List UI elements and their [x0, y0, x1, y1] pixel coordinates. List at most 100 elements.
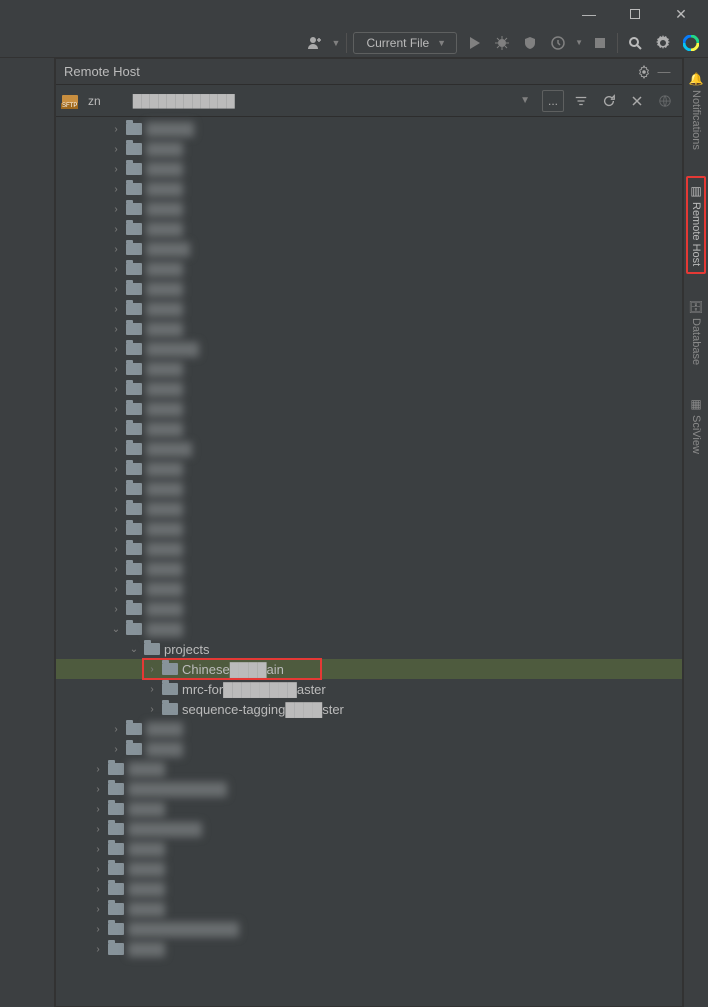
coverage-icon[interactable] [519, 32, 541, 54]
chevron-right-icon[interactable] [110, 244, 122, 255]
tree-item[interactable]: ████ [56, 399, 682, 419]
chevron-right-icon[interactable] [110, 404, 122, 415]
tree-item[interactable]: ████ [56, 739, 682, 759]
tree-item[interactable]: ████ [56, 479, 682, 499]
tree-item[interactable]: mrc-for████████aster [56, 679, 682, 699]
tree-item[interactable]: ████ [56, 219, 682, 239]
gear-icon[interactable] [652, 32, 674, 54]
debug-icon[interactable] [491, 32, 513, 54]
tree-item[interactable]: ████ [56, 499, 682, 519]
chevron-right-icon[interactable] [92, 864, 104, 875]
chevron-right-icon[interactable] [110, 204, 122, 215]
tree-item[interactable]: ████h [56, 239, 682, 259]
tree-item[interactable]: ████████ [56, 819, 682, 839]
chevron-right-icon[interactable] [110, 744, 122, 755]
logo-icon[interactable] [680, 32, 702, 54]
tree-item[interactable]: ████ [56, 539, 682, 559]
tree-item[interactable]: ████w [56, 439, 682, 459]
tree-item[interactable]: ████ [56, 279, 682, 299]
chevron-right-icon[interactable] [110, 224, 122, 235]
chevron-right-icon[interactable] [110, 284, 122, 295]
chevron-right-icon[interactable] [146, 664, 158, 675]
tree-item[interactable]: ████ [56, 139, 682, 159]
globe-icon[interactable] [654, 94, 676, 108]
browse-button[interactable]: ... [542, 90, 564, 112]
chevron-right-icon[interactable] [110, 484, 122, 495]
tree-item[interactable]: ████ [56, 759, 682, 779]
rail-sciview[interactable]: ▦ SciView [688, 391, 704, 460]
tree-item[interactable]: ████ [56, 719, 682, 739]
chevron-right-icon[interactable] [110, 464, 122, 475]
chevron-right-icon[interactable] [110, 604, 122, 615]
chevron-right-icon[interactable] [92, 764, 104, 775]
file-tree[interactable]: ████er████████████████████████h█████████… [56, 117, 682, 959]
tree-item[interactable]: ████████████ [56, 919, 682, 939]
tree-item[interactable]: ████ [56, 179, 682, 199]
tree-item[interactable]: ████ [56, 879, 682, 899]
tree-item[interactable]: ████ [56, 859, 682, 879]
chevron-right-icon[interactable] [92, 784, 104, 795]
chevron-right-icon[interactable] [110, 324, 122, 335]
chevron-right-icon[interactable] [110, 584, 122, 595]
chevron-right-icon[interactable] [110, 544, 122, 555]
tree-item[interactable]: ████ [56, 299, 682, 319]
run-config-dropdown[interactable]: Current File ▼ [353, 32, 457, 54]
gear-icon[interactable] [634, 65, 654, 79]
stop-icon[interactable] [589, 32, 611, 54]
chevron-down-icon[interactable] [128, 644, 140, 655]
tree-item[interactable]: projects [56, 639, 682, 659]
tree-item[interactable]: sequence-tagging████ster [56, 699, 682, 719]
tree-item[interactable]: ████ [56, 579, 682, 599]
run-icon[interactable] [463, 32, 485, 54]
chevron-right-icon[interactable] [110, 184, 122, 195]
tree-item[interactable]: ████ [56, 259, 682, 279]
tree-item[interactable]: ████ [56, 839, 682, 859]
chevron-right-icon[interactable] [110, 724, 122, 735]
chevron-right-icon[interactable] [146, 704, 158, 715]
tree-item[interactable]: ████ [56, 559, 682, 579]
chevron-right-icon[interactable] [110, 364, 122, 375]
chevron-right-icon[interactable] [92, 884, 104, 895]
tree-item[interactable]: ████er [56, 119, 682, 139]
chevron-right-icon[interactable] [146, 684, 158, 695]
chevron-right-icon[interactable] [92, 904, 104, 915]
tree-item[interactable]: ████ [56, 199, 682, 219]
chevron-right-icon[interactable] [110, 384, 122, 395]
chevron-right-icon[interactable] [92, 924, 104, 935]
chevron-right-icon[interactable] [110, 264, 122, 275]
chevron-right-icon[interactable] [110, 424, 122, 435]
tree-item[interactable]: █████o [56, 339, 682, 359]
chevron-right-icon[interactable] [92, 824, 104, 835]
filter-icon[interactable] [570, 94, 592, 108]
tree-item[interactable]: ████ [56, 419, 682, 439]
chevron-right-icon[interactable] [110, 564, 122, 575]
minimize-button[interactable]: — [566, 0, 612, 28]
tree-item[interactable]: ██████████s [56, 779, 682, 799]
host-name[interactable]: zn████████████ [84, 94, 508, 108]
rail-database[interactable]: 🗄 Database [686, 294, 705, 371]
search-icon[interactable] [624, 32, 646, 54]
tree-item[interactable]: ████ [56, 519, 682, 539]
tree-item[interactable]: Chinese████ain [56, 659, 682, 679]
profile-icon[interactable] [547, 32, 569, 54]
chevron-right-icon[interactable] [92, 844, 104, 855]
tree-item[interactable]: ████ [56, 319, 682, 339]
tree-item[interactable]: ████ [56, 459, 682, 479]
chevron-right-icon[interactable] [110, 164, 122, 175]
refresh-icon[interactable] [598, 94, 620, 108]
close-icon[interactable] [626, 95, 648, 107]
chevron-right-icon[interactable] [110, 144, 122, 155]
chevron-right-icon[interactable] [110, 304, 122, 315]
chevron-right-icon[interactable] [110, 504, 122, 515]
chevron-right-icon[interactable] [110, 444, 122, 455]
maximize-button[interactable] [612, 0, 658, 28]
tree-item[interactable]: ████ [56, 359, 682, 379]
chevron-right-icon[interactable] [92, 944, 104, 955]
chevron-right-icon[interactable] [110, 524, 122, 535]
minimize-panel-icon[interactable]: — [654, 64, 674, 79]
tree-item[interactable]: ████ [56, 899, 682, 919]
tree-item[interactable]: ████ [56, 799, 682, 819]
tree-item[interactable]: ████ [56, 939, 682, 959]
rail-remote-host[interactable]: ▥ Remote Host [686, 176, 706, 274]
chevron-right-icon[interactable] [110, 124, 122, 135]
